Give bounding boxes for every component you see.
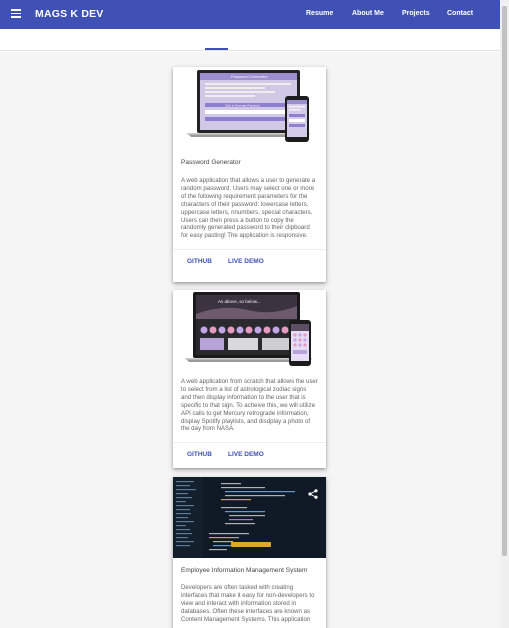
project-screenshot <box>173 477 326 558</box>
card-description: Developers are often tasked with creatin… <box>181 584 315 623</box>
nav-projects[interactable]: Projects <box>402 10 430 17</box>
laptop-phone-mockup-image: Password Generator Click to Generate Pas… <box>173 67 326 150</box>
code-editor-screenshot-image <box>173 477 326 558</box>
live-demo-button[interactable]: LIVE DEMO <box>228 258 264 265</box>
github-button[interactable]: GITHUB <box>187 258 212 265</box>
mockup-headline-text: As above, so below... <box>218 299 261 304</box>
menu-icon[interactable] <box>11 9 21 18</box>
card-title: Employee Information Management System <box>181 567 308 574</box>
tab-indicator <box>205 48 228 50</box>
mockup-button-text: Click to Generate Password <box>225 103 260 107</box>
brand-title[interactable]: MAGS K DEV <box>35 8 104 20</box>
card-title: Password Generator <box>181 159 241 166</box>
mockup-title-text: Password Generator <box>231 74 268 79</box>
project-card-zodiac: As above, so below... A web application … <box>173 290 326 468</box>
project-screenshot: Password Generator Click to Generate Pas… <box>173 67 326 150</box>
projects-section: Password Generator Click to Generate Pas… <box>0 52 500 628</box>
portfolio-page: MAGS K DEV Resume About Me Projects Cont… <box>0 0 509 628</box>
tab-bar <box>0 29 500 51</box>
scrollbar-thumb[interactable] <box>502 6 507 556</box>
nav-contact[interactable]: Contact <box>447 10 473 17</box>
project-screenshot: As above, so below... <box>173 290 326 373</box>
nav-resume[interactable]: Resume <box>306 10 333 17</box>
card-actions: GITHUB LIVE DEMO <box>173 249 326 273</box>
app-bar: MAGS K DEV Resume About Me Projects Cont… <box>0 0 500 29</box>
project-card-employee-management: Employee Information Management System D… <box>173 477 326 628</box>
github-button[interactable]: GITHUB <box>187 451 212 458</box>
share-icon[interactable] <box>308 486 318 499</box>
project-card-password-generator: Password Generator Click to Generate Pas… <box>173 67 326 282</box>
card-description: A web application that allows a user to … <box>181 177 316 240</box>
laptop-phone-mockup-image: As above, so below... <box>173 290 326 373</box>
live-demo-button[interactable]: LIVE DEMO <box>228 451 264 458</box>
card-description: A web application from scratch that allo… <box>181 378 318 433</box>
card-actions: GITHUB LIVE DEMO <box>173 442 326 466</box>
nav-about-me[interactable]: About Me <box>352 10 384 17</box>
